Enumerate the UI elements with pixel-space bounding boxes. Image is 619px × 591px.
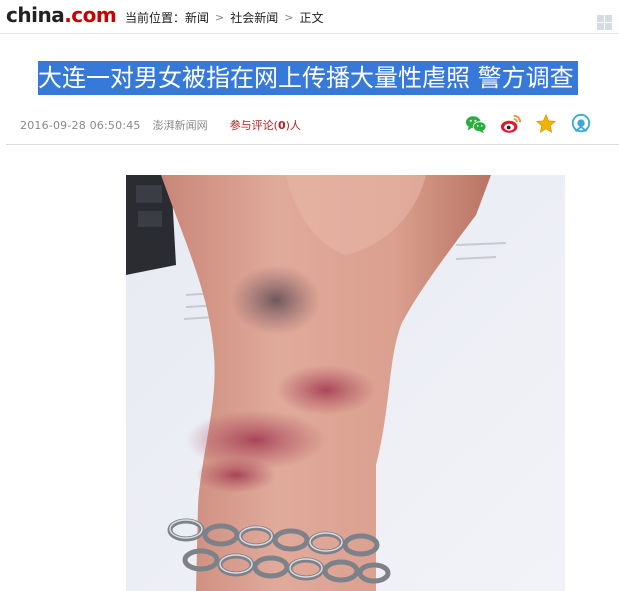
article-photo xyxy=(126,175,565,591)
breadcrumb-item-society-news[interactable]: 社会新闻 xyxy=(230,9,278,26)
site-logo[interactable]: china.com xyxy=(6,2,117,28)
qzone-icon[interactable] xyxy=(570,113,592,135)
article-meta: 2016-09-28 06:50:45 澎湃新闻网 参与评论(0)人 xyxy=(20,117,301,133)
breadcrumb-item-current: 正文 xyxy=(299,11,324,25)
share-toolbar xyxy=(465,113,605,135)
breadcrumb-label: 当前位置： xyxy=(125,11,186,25)
publish-date: 2016-09-28 06:50:45 xyxy=(20,118,141,132)
header-divider xyxy=(0,33,619,34)
comment-prefix: 参与评论 xyxy=(229,119,274,132)
meta-divider xyxy=(6,144,619,145)
logo-text-domain: .com xyxy=(64,3,117,27)
logo-text-main: china xyxy=(6,3,65,27)
breadcrumb-separator: > xyxy=(215,11,225,24)
weibo-icon[interactable] xyxy=(500,113,522,135)
breadcrumb-separator: > xyxy=(284,11,294,24)
breadcrumb-item-news[interactable]: 新闻 xyxy=(185,9,209,26)
article-title: 大连一对男女被指在网上传播大量性虐照 警方调查 xyxy=(38,61,578,95)
comment-link[interactable]: 参与评论(0)人 xyxy=(230,117,301,133)
app-grid-icon[interactable] xyxy=(597,15,612,30)
headline-container: 大连一对男女被指在网上传播大量性虐照 警方调查 xyxy=(38,61,619,95)
wechat-icon[interactable] xyxy=(465,113,487,135)
favorite-star-icon[interactable] xyxy=(535,113,557,135)
article-source[interactable]: 澎湃新闻网 xyxy=(153,117,208,133)
comment-suffix: 人 xyxy=(289,119,301,132)
top-bar: china.com 当前位置： 新闻 > 社会新闻 > 正文 xyxy=(0,0,619,34)
breadcrumb: 当前位置： 新闻 > 社会新闻 > 正文 xyxy=(125,9,324,26)
comment-count: 0 xyxy=(277,119,286,132)
